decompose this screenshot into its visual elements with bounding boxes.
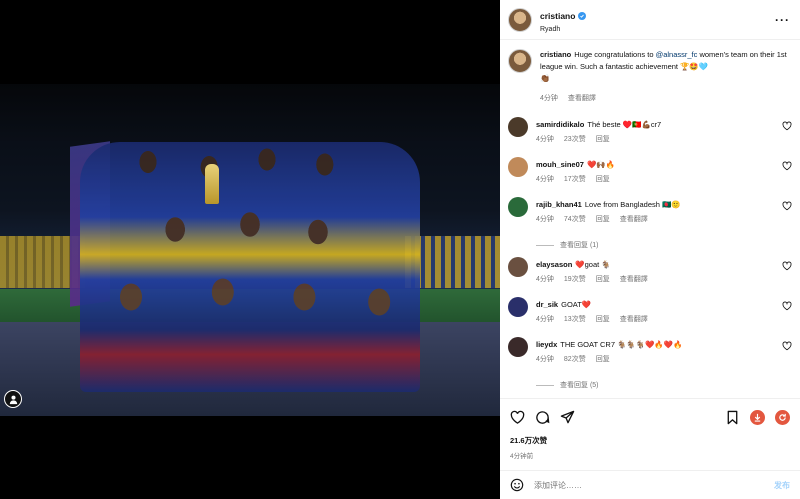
like-count[interactable]: 21.6万次赞 [510,435,790,446]
view-replies-label[interactable]: 查看回复 (1) [560,240,599,250]
media-area [0,0,500,499]
caption: cristiano Huge congratulations to @alnass… [500,41,800,105]
comment-time: 4分钟 [536,276,554,283]
comment-item: lieydx THE GOAT CR7 🐐🐐🐐❤️🔥❤️🔥 4分钟 82次赞 回复 [500,335,800,375]
replies-divider [536,384,554,386]
like-comment-icon[interactable] [782,121,792,131]
comment-likes[interactable]: 19次赞 [564,274,586,285]
caption-text-pre: Huge congratulations to [574,50,656,59]
caption-username[interactable]: cristiano [540,50,571,59]
share-icon[interactable] [560,410,575,425]
like-comment-icon[interactable] [782,301,792,311]
comment-text: Thé beste ♥️🇵🇹💪🏾cr7 [587,120,662,129]
comment-item: rajib_khan41 Love from Bangladesh 🇧🇩🙂 4分钟… [500,195,800,235]
comment-time: 4分钟 [536,356,554,363]
comment-text: ❤️goat 🐐 [575,260,611,269]
commenter-username[interactable]: samirdidikalo [536,120,584,129]
commenter-username[interactable]: elaysason [536,260,572,269]
like-comment-icon[interactable] [782,341,792,351]
comments-list[interactable]: cristiano Huge congratulations to @alnass… [500,41,800,398]
like-icon[interactable] [510,410,525,425]
like-comment-icon[interactable] [782,161,792,171]
caption-emoji-line: 👏🏾 [540,74,550,83]
post-comment-button[interactable]: 发布 [774,480,790,491]
comment-time: 4分钟 [536,216,554,223]
comment-translate[interactable]: 查看翻譯 [620,214,648,225]
commenter-username[interactable]: rajib_khan41 [536,200,582,209]
commenter-avatar[interactable] [508,297,528,317]
commenter-avatar[interactable] [508,337,528,357]
post-photo[interactable] [0,84,500,416]
author-username[interactable]: cristiano [540,11,575,21]
commenter-avatar[interactable] [508,257,528,277]
commenter-username[interactable]: mouh_sine07 [536,160,584,169]
comment-likes[interactable]: 74次赞 [564,214,586,225]
commenter-username[interactable]: lieydx [536,340,557,349]
comment-translate[interactable]: 查看翻譯 [620,314,648,325]
reply-button[interactable]: 回复 [596,214,610,225]
comment-item: elaysason ❤️goat 🐐 4分钟 19次赞 回复 查看翻譯 [500,255,800,295]
commenter-avatar[interactable] [508,197,528,217]
like-comment-icon[interactable] [782,201,792,211]
more-options-icon[interactable]: ··· [775,13,790,27]
like-comment-icon[interactable] [782,261,792,271]
post-header: cristiano Ryadh ··· [500,0,800,40]
reply-button[interactable]: 回复 [596,314,610,325]
comment-text: Love from Bangladesh 🇧🇩🙂 [584,200,681,209]
reply-button[interactable]: 回复 [596,354,610,365]
view-replies-label[interactable]: 查看回复 (5) [560,380,599,390]
team-group [80,142,420,392]
caption-mention[interactable]: @alnassr_fc [656,50,698,59]
add-comment-bar: 发布 [500,470,800,499]
post-actions: 21.6万次赞 4分钟前 [500,398,800,476]
post-time: 4分钟前 [510,453,534,460]
post-location[interactable]: Ryadh [540,26,775,33]
comment-input[interactable] [534,480,764,490]
reply-button[interactable]: 回复 [596,134,610,145]
tagged-users-icon[interactable] [4,390,22,408]
refresh-icon[interactable] [775,409,790,425]
comment-item: mouh_sine07 ❤️🙌🏾🔥 4分钟 17次赞 回复 [500,155,800,195]
view-replies[interactable]: 查看回复 (1) [500,235,800,255]
post-panel: cristiano Ryadh ··· cristiano Huge congra… [500,0,800,499]
author-avatar[interactable] [508,7,532,32]
emoji-icon[interactable] [510,478,524,492]
comment-text: ❤️🙌🏾🔥 [586,160,615,169]
verified-icon [578,12,587,20]
bookmark-icon[interactable] [725,410,740,425]
commenter-avatar[interactable] [508,117,528,137]
commenter-username[interactable]: dr_sik [536,300,558,309]
comment-time: 4分钟 [536,176,554,183]
reply-button[interactable]: 回复 [596,274,610,285]
caption-translate[interactable]: 查看翻譯 [568,93,596,105]
view-replies[interactable]: 查看回复 (5) [500,375,800,395]
comment-likes[interactable]: 82次赞 [564,354,586,365]
comment-likes[interactable]: 23次赞 [564,134,586,145]
comment-text: GOAT❤️ [561,300,592,309]
comment-likes[interactable]: 13次赞 [564,314,586,325]
comment-icon[interactable] [535,410,550,425]
download-icon[interactable] [750,409,765,425]
trophy [205,164,219,204]
post-viewer: cristiano Ryadh ··· cristiano Huge congra… [0,0,800,499]
replies-divider [536,244,554,246]
comment-text: THE GOAT CR7 🐐🐐🐐❤️🔥❤️🔥 [560,340,683,349]
comment-translate[interactable]: 查看翻譯 [620,274,648,285]
caption-avatar[interactable] [508,49,532,73]
reply-button[interactable]: 回复 [596,174,610,185]
comment-item: dr_sik GOAT❤️ 4分钟 13次赞 回复 查看翻譯 [500,295,800,335]
commenter-avatar[interactable] [508,157,528,177]
comment-time: 4分钟 [536,316,554,323]
comment-item: samirdidikalo Thé beste ♥️🇵🇹💪🏾cr7 4分钟 23次赞… [500,115,800,155]
comment-time: 4分钟 [536,136,554,143]
comment-likes[interactable]: 17次赞 [564,174,586,185]
caption-time: 4分钟 [540,95,558,102]
